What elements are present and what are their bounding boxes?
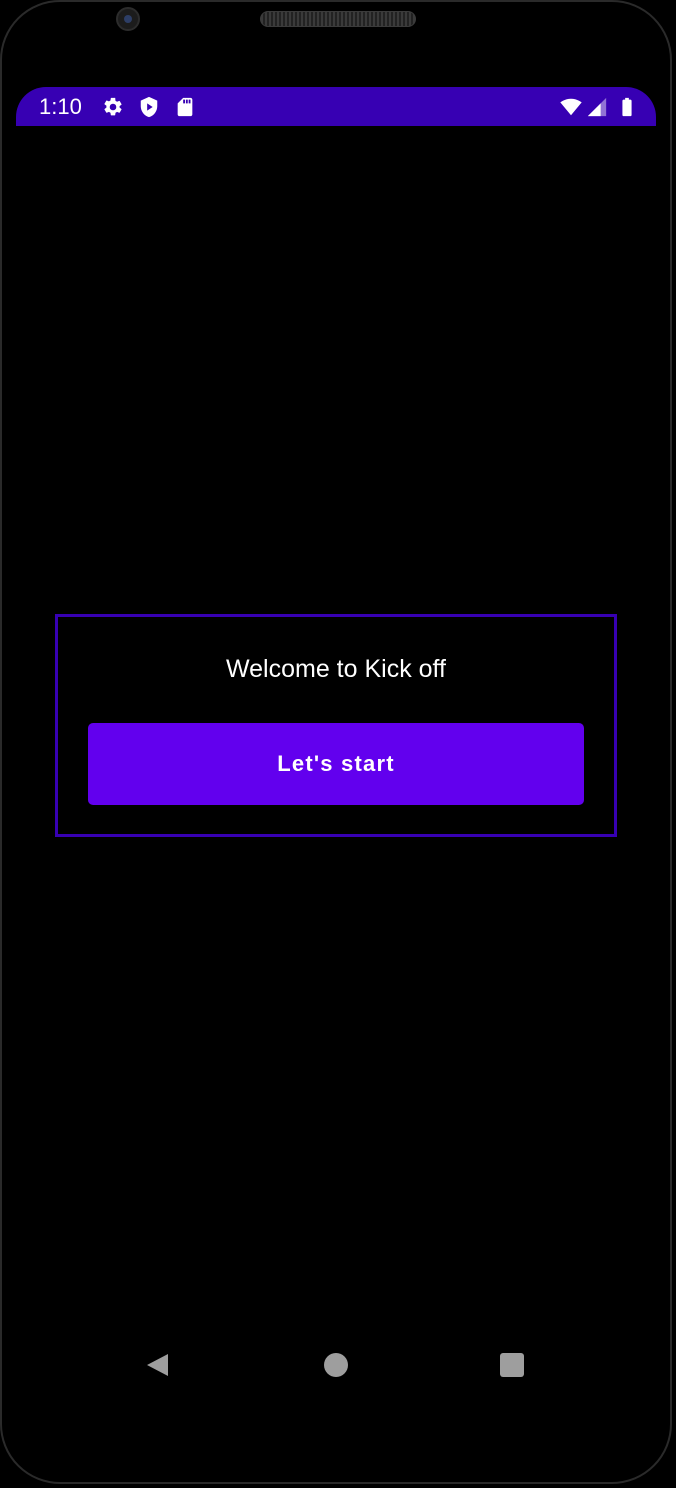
front-camera xyxy=(116,7,140,31)
lets-start-button[interactable]: Let's start xyxy=(88,723,584,805)
cellular-signal-icon xyxy=(587,97,607,117)
recents-icon[interactable] xyxy=(500,1353,524,1377)
earpiece-speaker xyxy=(260,11,416,27)
phone-screen: 1:10 Welcome to Kick off Let's start xyxy=(0,0,676,1488)
back-icon[interactable] xyxy=(146,1353,170,1377)
sd-card-icon xyxy=(177,97,193,117)
gear-icon xyxy=(104,97,122,116)
home-icon[interactable] xyxy=(324,1353,348,1377)
welcome-text: Welcome to Kick off xyxy=(226,655,446,683)
status-time: 1:10 xyxy=(39,94,82,119)
shield-play-icon xyxy=(140,96,158,118)
status-bar: 1:10 xyxy=(16,87,656,126)
welcome-card: Welcome to Kick off Let's start xyxy=(55,614,617,837)
wifi-icon xyxy=(560,98,582,116)
battery-icon xyxy=(622,97,632,117)
